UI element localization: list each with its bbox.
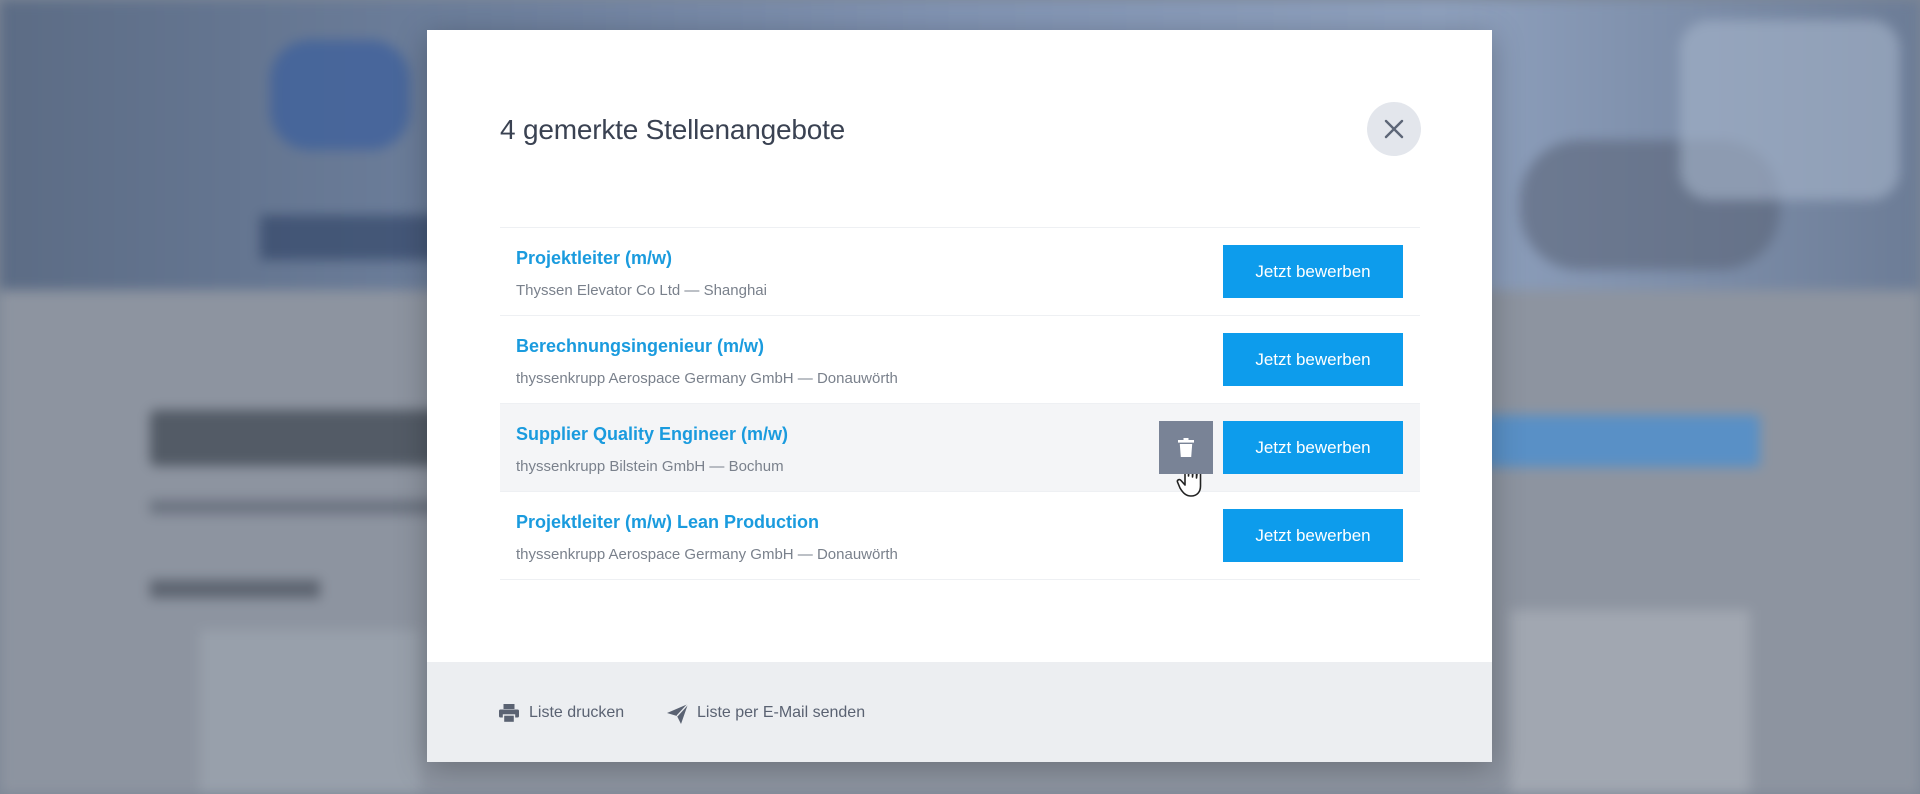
- close-icon: [1384, 119, 1404, 139]
- job-row: Berechnungsingenieur (m/w) thyssenkrupp …: [500, 316, 1420, 404]
- saved-jobs-list: Projektleiter (m/w) Thyssen Elevator Co …: [500, 227, 1420, 580]
- apply-button[interactable]: Jetzt bewerben: [1223, 509, 1403, 562]
- job-company-location: thyssenkrupp Aerospace Germany GmbH — Do…: [516, 370, 898, 387]
- job-row: Projektleiter (m/w) Thyssen Elevator Co …: [500, 228, 1420, 316]
- apply-button[interactable]: Jetzt bewerben: [1223, 245, 1403, 298]
- delete-button[interactable]: [1159, 421, 1213, 474]
- print-list-label: Liste drucken: [529, 704, 625, 721]
- saved-jobs-modal: 4 gemerkte Stellenangebote Projektleiter…: [427, 30, 1492, 762]
- job-title-link[interactable]: Berechnungsingenieur (m/w): [516, 336, 764, 357]
- job-title-link[interactable]: Projektleiter (m/w) Lean Production: [516, 512, 819, 533]
- printer-icon: [499, 704, 519, 723]
- job-title-link[interactable]: Projektleiter (m/w): [516, 248, 672, 269]
- job-title-link[interactable]: Supplier Quality Engineer (m/w): [516, 424, 788, 445]
- job-row: Supplier Quality Engineer (m/w) thyssenk…: [500, 404, 1420, 497]
- paper-plane-icon: [667, 704, 688, 724]
- apply-button[interactable]: Jetzt bewerben: [1223, 333, 1403, 386]
- trash-icon: [1178, 438, 1194, 457]
- modal-footer: Liste drucken Liste per E-Mail senden: [427, 662, 1492, 762]
- job-company-location: thyssenkrupp Bilstein GmbH — Bochum: [516, 458, 784, 475]
- apply-button[interactable]: Jetzt bewerben: [1223, 421, 1403, 474]
- job-company-location: thyssenkrupp Aerospace Germany GmbH — Do…: [516, 546, 898, 563]
- job-company-location: Thyssen Elevator Co Ltd — Shanghai: [516, 282, 767, 299]
- job-row: Projektleiter (m/w) Lean Production thys…: [500, 492, 1420, 580]
- email-list-label: Liste per E-Mail senden: [697, 704, 866, 721]
- close-button[interactable]: [1367, 102, 1421, 156]
- modal-title: 4 gemerkte Stellenangebote: [500, 114, 846, 145]
